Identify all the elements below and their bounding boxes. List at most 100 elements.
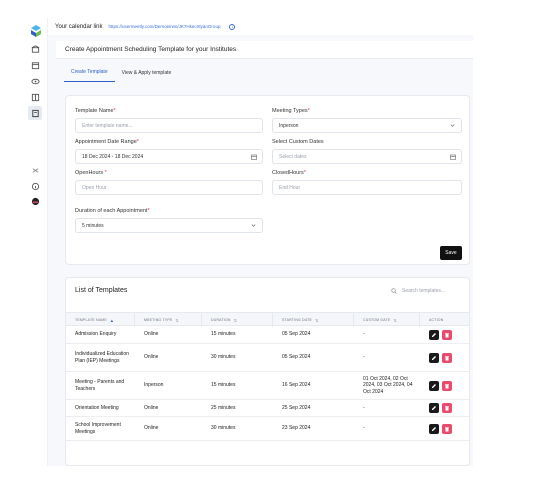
meeting-types-select[interactable]: Inperson — [272, 118, 462, 133]
cell-starting-date: 05 Sep 2024 — [282, 331, 311, 338]
date-range-input[interactable]: 18 Dec 2024 - 18 Dec 2024 — [75, 149, 263, 164]
edit-button[interactable] — [429, 329, 439, 340]
cell-meeting-type: Inperson — [144, 382, 164, 389]
template-name-label: Template Name* — [75, 108, 116, 114]
user-icon[interactable] — [29, 195, 41, 207]
cell-template-name: Meeting - Parents and Teachers — [75, 379, 125, 392]
delete-button[interactable] — [442, 352, 452, 363]
sidebar — [24, 18, 48, 466]
column-header-duration[interactable]: DURATION ⇅ — [202, 313, 273, 327]
chevron-down-icon — [251, 224, 256, 227]
save-button[interactable]: Save — [440, 246, 462, 260]
template-form: Template Name* Enter template name... Me… — [65, 95, 470, 265]
trash-icon — [445, 332, 449, 337]
info-icon[interactable]: i — [229, 23, 236, 30]
tab-bar: Create Template View & Apply template — [56, 62, 473, 82]
calendar-link-bar: Your calendar link https://usermeetly.co… — [48, 18, 473, 35]
tab-create-template[interactable]: Create Template — [64, 69, 115, 82]
cell-template-name: School Improvement Meetings — [75, 422, 121, 435]
logo-icon[interactable] — [29, 24, 43, 38]
edit-button[interactable] — [429, 423, 439, 434]
table-row: School Improvement Meetings Online 30 mi… — [66, 417, 469, 441]
custom-dates-placeholder: Select dates — [279, 153, 307, 160]
custom-dates-input[interactable]: Select dates — [272, 149, 462, 164]
calendar-icon[interactable] — [29, 59, 41, 71]
duration-select[interactable]: 5 minutes — [75, 218, 263, 233]
sort-icon: ⇅ — [315, 317, 319, 323]
cell-duration: 15 minutes — [211, 331, 236, 338]
open-hours-input[interactable]: Open Hour — [75, 180, 263, 195]
cell-starting-date: 16 Sep 2024 — [282, 382, 311, 389]
delete-button[interactable] — [442, 403, 452, 413]
cell-starting-date: 23 Sep 2024 — [282, 425, 311, 432]
cell-meeting-type: Online — [144, 425, 159, 432]
calendar-link-label: Your calendar link — [55, 23, 103, 30]
table-row: Individualized Education Plan (IEP) Meet… — [66, 344, 469, 372]
cell-custom-date: - — [363, 354, 365, 361]
page-title: Create Appointment Scheduling Template f… — [56, 41, 473, 59]
trash-icon — [445, 383, 449, 388]
cell-meeting-type: Online — [144, 331, 159, 338]
table-row: Orientation Meeting Online 25 minutes 25… — [66, 400, 469, 417]
table-header: TEMPLATE NAME ▲ MEETING TYPE ⇅ DURATION ⇅ S… — [66, 312, 469, 327]
date-range-value: 18 Dec 2024 - 18 Dec 2024 — [82, 153, 144, 160]
pencil-icon — [432, 426, 436, 431]
cell-custom-date: - — [363, 425, 365, 432]
calendar-link-url[interactable]: https://usermeetly.com/Demoeirwn/JK7Hkec… — [108, 24, 220, 29]
eye-icon[interactable] — [29, 75, 41, 87]
delete-button[interactable] — [442, 380, 452, 391]
cell-starting-date: 25 Sep 2024 — [282, 404, 311, 411]
cell-meeting-type: Online — [144, 404, 159, 411]
document-icon[interactable] — [28, 106, 42, 120]
cell-custom-date: 01 Oct 2024, 02 Oct 2024, 03 Oct 2024, 0… — [363, 375, 413, 395]
column-header-custom-date[interactable]: CUSTOM DATE ⇅ — [354, 313, 420, 327]
cell-meeting-type: Online — [144, 354, 159, 361]
templates-list: List of Templates Search templates... TE… — [65, 277, 470, 466]
sort-icon: ⇅ — [233, 317, 238, 323]
template-name-input[interactable]: Enter template name... — [75, 118, 263, 133]
trash-icon — [445, 426, 449, 431]
meeting-types-label: Meeting Types* — [272, 108, 310, 114]
cell-duration: 25 minutes — [211, 404, 236, 411]
closed-hours-input[interactable]: End Hour — [272, 180, 462, 195]
table-row: Meeting - Parents and Teachers Inperson … — [66, 372, 469, 400]
cell-template-name: Admission Enquiry — [75, 331, 117, 338]
cell-starting-date: 05 Sep 2024 — [282, 354, 311, 361]
calendar-icon — [450, 154, 456, 160]
column-header-action: ACTION — [429, 318, 444, 322]
sort-icon: ⇅ — [393, 317, 397, 323]
cell-template-name: Individualized Education Plan (IEP) Meet… — [75, 351, 129, 364]
trash-icon — [445, 406, 449, 411]
edit-button[interactable] — [429, 380, 439, 391]
chevron-down-icon — [450, 124, 455, 127]
settings-icon[interactable] — [29, 164, 41, 176]
delete-button[interactable] — [442, 329, 452, 340]
trash-icon — [445, 355, 449, 360]
cell-template-name: Orientation Meeting — [75, 404, 119, 411]
edit-button[interactable] — [429, 352, 439, 363]
duration-label: Duration of each Appointment* — [75, 208, 150, 214]
cell-duration: 15 minutes — [211, 382, 236, 389]
search-placeholder: Search templates... — [402, 288, 446, 294]
info-icon[interactable] — [29, 180, 41, 192]
delete-button[interactable] — [442, 423, 452, 434]
cell-duration: 30 minutes — [211, 354, 236, 361]
list-title: List of Templates — [75, 287, 128, 294]
column-header-meeting-type[interactable]: MEETING TYPE ⇅ — [135, 313, 202, 327]
search-input[interactable]: Search templates... — [391, 284, 464, 298]
duration-value: 5 minutes — [82, 222, 104, 229]
table-row: Admission Enquiry Online 15 minutes 05 S… — [66, 326, 469, 344]
column-header-template-name[interactable]: TEMPLATE NAME ▲ — [66, 313, 135, 327]
cell-duration: 30 minutes — [211, 425, 236, 432]
column-header-starting-date[interactable]: STARTING DATE ⇅ — [273, 313, 354, 327]
pencil-icon — [432, 383, 436, 388]
date-range-label: Appointment Date Range* — [75, 139, 139, 145]
cell-custom-date: - — [363, 331, 365, 338]
custom-dates-label: Select Custom Dates — [272, 139, 324, 145]
pencil-icon — [432, 406, 436, 410]
template-icon[interactable] — [29, 91, 41, 103]
tab-view-apply-template[interactable]: View & Apply template — [115, 70, 179, 82]
edit-button[interactable] — [429, 403, 439, 413]
sort-icon: ⇅ — [175, 317, 179, 323]
home-icon[interactable] — [29, 43, 41, 55]
